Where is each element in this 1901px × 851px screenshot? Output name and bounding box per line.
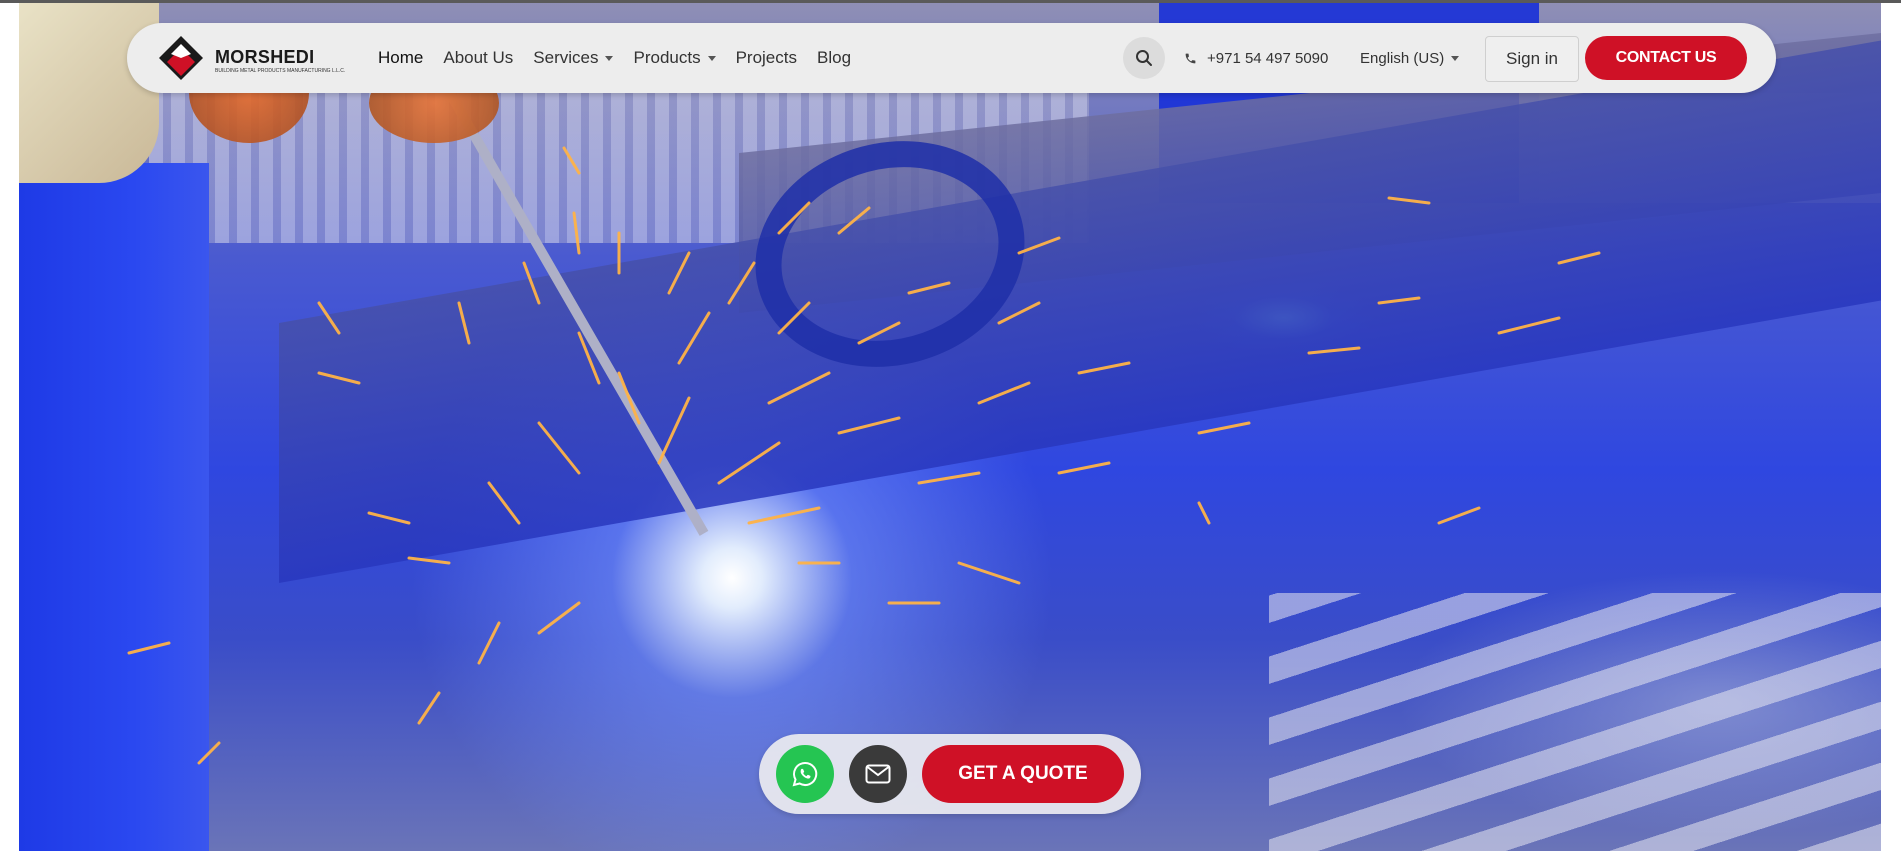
mail-icon bbox=[865, 764, 891, 784]
logo-tagline: BUILDING METAL PRODUCTS MANUFACTURING L.… bbox=[215, 68, 346, 74]
chevron-down-icon bbox=[605, 55, 614, 61]
nav-item-label: Services bbox=[533, 48, 599, 67]
phone-icon bbox=[1185, 53, 1196, 63]
email-button[interactable] bbox=[849, 745, 907, 803]
language-label: English (US) bbox=[1360, 49, 1445, 67]
nav-item-home[interactable]: Home bbox=[378, 48, 423, 68]
welding-sparks bbox=[127, 146, 1601, 765]
language-selector[interactable]: English (US) bbox=[1360, 23, 1460, 93]
whatsapp-icon bbox=[792, 761, 818, 787]
phone-link[interactable]: +971 54 497 5090 bbox=[1184, 23, 1328, 93]
chevron-down-icon bbox=[1451, 55, 1460, 61]
primary-nav: Home About Us Services Products Projects… bbox=[378, 23, 871, 93]
main-navbar: MORSHEDI BUILDING METAL PRODUCTS MANUFAC… bbox=[127, 23, 1776, 93]
nav-item-label: Projects bbox=[735, 48, 797, 67]
hero-background-image bbox=[19, 3, 1881, 851]
search-icon bbox=[1136, 50, 1152, 66]
logo-name: MORSHEDI bbox=[215, 47, 315, 67]
get-a-quote-button[interactable]: GET A QUOTE bbox=[922, 745, 1124, 803]
phone-number: +971 54 497 5090 bbox=[1207, 49, 1329, 67]
sign-in-button[interactable]: Sign in bbox=[1485, 36, 1579, 82]
nav-item-label: Home bbox=[378, 48, 424, 67]
nav-item-blog[interactable]: Blog bbox=[817, 48, 851, 68]
nav-item-products[interactable]: Products bbox=[633, 48, 716, 68]
nav-item-projects[interactable]: Projects bbox=[736, 48, 797, 68]
nav-item-label: Blog bbox=[817, 48, 852, 67]
floating-cta-bar: GET A QUOTE bbox=[759, 734, 1141, 814]
brand-logo[interactable]: MORSHEDI BUILDING METAL PRODUCTS MANUFAC… bbox=[157, 34, 345, 82]
nav-item-about-us[interactable]: About Us bbox=[443, 48, 513, 68]
contact-us-button[interactable]: CONTACT US bbox=[1585, 36, 1747, 80]
nav-item-services[interactable]: Services bbox=[533, 48, 614, 68]
logo-mark-icon bbox=[159, 36, 203, 80]
search-button[interactable] bbox=[1123, 37, 1165, 79]
whatsapp-button[interactable] bbox=[776, 745, 834, 803]
nav-item-label: About Us bbox=[443, 48, 514, 67]
nav-item-label: Products bbox=[633, 48, 701, 67]
chevron-down-icon bbox=[707, 55, 716, 61]
